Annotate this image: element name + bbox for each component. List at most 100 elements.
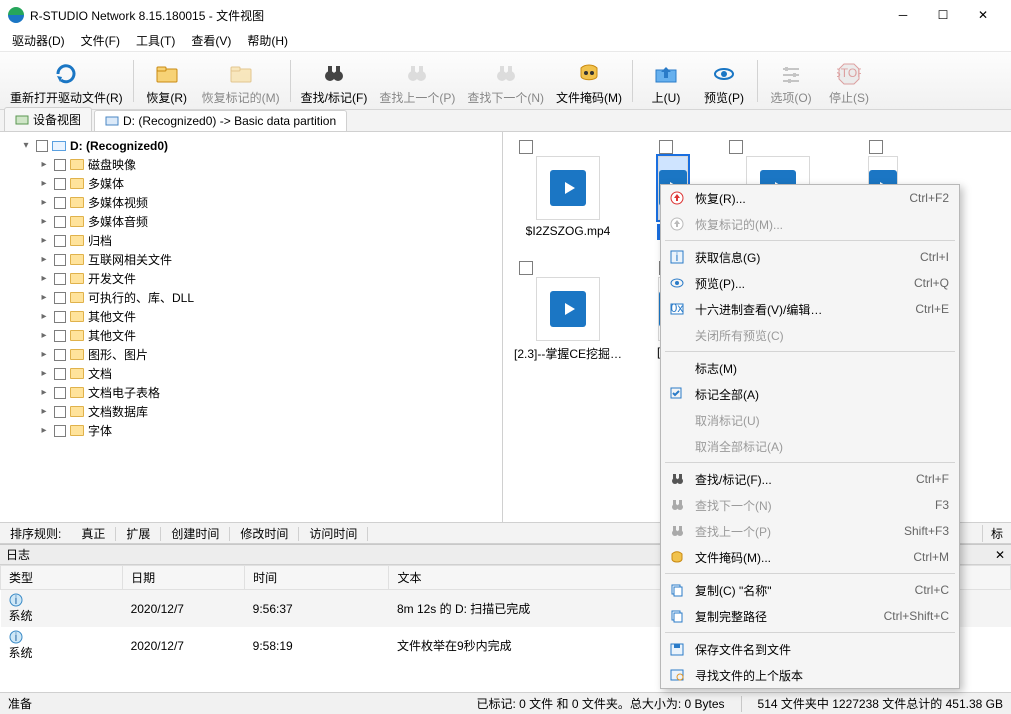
- toolbar-preview-button[interactable]: 预览(P): [695, 56, 753, 108]
- menu-item[interactable]: 帮助(H): [239, 30, 296, 51]
- expand-icon[interactable]: ▸: [38, 254, 50, 265]
- expand-icon[interactable]: ▸: [38, 330, 50, 341]
- tree-item-label[interactable]: 图形、图片: [88, 346, 148, 363]
- tree-item-label[interactable]: 其他文件: [88, 308, 136, 325]
- close-button[interactable]: ✕: [963, 0, 1003, 30]
- sort-item[interactable]: 访问时间: [299, 527, 368, 541]
- context-menu-item: 查找上一个(P)Shift+F3: [661, 518, 959, 544]
- tree-item-label[interactable]: 其他文件: [88, 327, 136, 344]
- tree-item-label[interactable]: 磁盘映像: [88, 156, 136, 173]
- log-header[interactable]: 类型: [1, 566, 123, 590]
- expand-icon[interactable]: ▸: [38, 197, 50, 208]
- tree-root-label[interactable]: D: (Recognized0): [70, 139, 168, 153]
- checkbox[interactable]: [54, 349, 66, 361]
- checkbox[interactable]: [54, 178, 66, 190]
- expand-icon[interactable]: ▸: [38, 292, 50, 303]
- context-menu-item[interactable]: i获取信息(G)Ctrl+I: [661, 244, 959, 270]
- menu-shortcut: Ctrl+C: [915, 583, 949, 597]
- file-thumb: [536, 277, 600, 341]
- expand-icon[interactable]: ▸: [38, 178, 50, 189]
- checkbox[interactable]: [54, 254, 66, 266]
- menu-item[interactable]: 工具(T): [128, 30, 183, 51]
- checkbox[interactable]: [54, 216, 66, 228]
- context-menu-item[interactable]: 保存文件名到文件: [661, 636, 959, 662]
- tab-device[interactable]: 设备视图: [4, 107, 92, 131]
- expand-icon[interactable]: ▸: [38, 406, 50, 417]
- checkbox[interactable]: [54, 368, 66, 380]
- expand-icon[interactable]: ▸: [38, 311, 50, 322]
- tree-item-label[interactable]: 文档数据库: [88, 403, 148, 420]
- checkbox[interactable]: [54, 159, 66, 171]
- toolbar-recover-button[interactable]: 恢复(R): [138, 56, 196, 108]
- expand-icon[interactable]: ▸: [38, 368, 50, 379]
- menu-item[interactable]: 驱动器(D): [4, 30, 73, 51]
- sort-item[interactable]: 修改时间: [230, 527, 299, 541]
- expand-icon[interactable]: ▸: [38, 273, 50, 284]
- tree-item-label[interactable]: 互联网相关文件: [88, 251, 172, 268]
- tree-item-label[interactable]: 开发文件: [88, 270, 136, 287]
- context-menu-item[interactable]: 0x十六进制查看(V)/编辑…Ctrl+E: [661, 296, 959, 322]
- toolbar-up-button[interactable]: 上(U): [637, 56, 695, 108]
- log-close-icon[interactable]: ✕: [995, 548, 1005, 562]
- context-menu-item[interactable]: 复制(C) "名称"Ctrl+C: [661, 577, 959, 603]
- context-menu-item[interactable]: 预览(P)...Ctrl+Q: [661, 270, 959, 296]
- tree-item-label[interactable]: 文档电子表格: [88, 384, 160, 401]
- tab-partition[interactable]: D: (Recognized0) -> Basic data partition: [94, 110, 347, 131]
- refresh-icon: [54, 62, 78, 86]
- tree-item-label[interactable]: 归档: [88, 232, 112, 249]
- checkbox[interactable]: [54, 197, 66, 209]
- checkbox[interactable]: [659, 140, 673, 154]
- checkbox[interactable]: [54, 235, 66, 247]
- checkbox[interactable]: [36, 140, 48, 152]
- file-item[interactable]: $I2ZSZOG.mp4: [513, 140, 623, 241]
- expand-icon[interactable]: ▾: [20, 140, 32, 151]
- context-menu[interactable]: 恢复(R)...Ctrl+F2恢复标记的(M)...i获取信息(G)Ctrl+I…: [660, 184, 960, 689]
- checkbox[interactable]: [519, 140, 533, 154]
- tree-item-label[interactable]: 文档: [88, 365, 112, 382]
- context-menu-item[interactable]: 标记全部(A): [661, 381, 959, 407]
- log-header[interactable]: 日期: [123, 566, 245, 590]
- expand-icon[interactable]: ▸: [38, 387, 50, 398]
- expand-icon[interactable]: ▸: [38, 425, 50, 436]
- checkbox[interactable]: [54, 311, 66, 323]
- tree-item-label[interactable]: 多媒体音频: [88, 213, 148, 230]
- log-header[interactable]: 时间: [245, 566, 389, 590]
- expand-icon[interactable]: ▸: [38, 235, 50, 246]
- context-menu-item[interactable]: 复制完整路径Ctrl+Shift+C: [661, 603, 959, 629]
- play-icon: [550, 170, 586, 206]
- toolbar-reopen-button[interactable]: 重新打开驱动文件(R): [4, 56, 129, 108]
- file-item[interactable]: [2.3]--掌握CE挖掘…: [513, 261, 623, 362]
- expand-icon[interactable]: ▸: [38, 349, 50, 360]
- maximize-button[interactable]: ☐: [923, 0, 963, 30]
- toolbar-find-button[interactable]: 查找/标记(F): [295, 56, 374, 108]
- tree-item-label[interactable]: 可执行的、库、DLL: [88, 289, 194, 306]
- tree-item-label[interactable]: 多媒体视频: [88, 194, 148, 211]
- context-menu-item[interactable]: 标志(M): [661, 355, 959, 381]
- sort-item[interactable]: 创建时间: [161, 527, 230, 541]
- context-menu-item[interactable]: 文件掩码(M)...Ctrl+M: [661, 544, 959, 570]
- checkbox[interactable]: [869, 140, 883, 154]
- minimize-button[interactable]: ─: [883, 0, 923, 30]
- menu-item[interactable]: 文件(F): [73, 30, 128, 51]
- sort-item[interactable]: 扩展: [116, 527, 161, 541]
- tree-item-label[interactable]: 多媒体: [88, 175, 124, 192]
- checkbox[interactable]: [54, 406, 66, 418]
- sort-right[interactable]: 标: [982, 525, 1011, 542]
- tree-item-label[interactable]: 字体: [88, 422, 112, 439]
- checkbox[interactable]: [54, 387, 66, 399]
- context-menu-item[interactable]: 查找/标记(F)...Ctrl+F: [661, 466, 959, 492]
- context-menu-item[interactable]: 寻找文件的上个版本: [661, 662, 959, 688]
- checkbox[interactable]: [729, 140, 743, 154]
- checkbox[interactable]: [54, 330, 66, 342]
- menu-item[interactable]: 查看(V): [183, 30, 239, 51]
- checkbox[interactable]: [54, 425, 66, 437]
- expand-icon[interactable]: ▸: [38, 159, 50, 170]
- folder-tree[interactable]: ▾ D: (Recognized0) ▸ 磁盘映像 ▸ 多媒体 ▸ 多媒体视频 ▸ 多媒体音频…: [0, 132, 503, 522]
- checkbox[interactable]: [54, 292, 66, 304]
- checkbox[interactable]: [54, 273, 66, 285]
- expand-icon[interactable]: ▸: [38, 216, 50, 227]
- toolbar-mask-button[interactable]: 文件掩码(M): [550, 56, 628, 108]
- sort-item[interactable]: 真正: [71, 527, 116, 541]
- context-menu-item[interactable]: 恢复(R)...Ctrl+F2: [661, 185, 959, 211]
- checkbox[interactable]: [519, 261, 533, 275]
